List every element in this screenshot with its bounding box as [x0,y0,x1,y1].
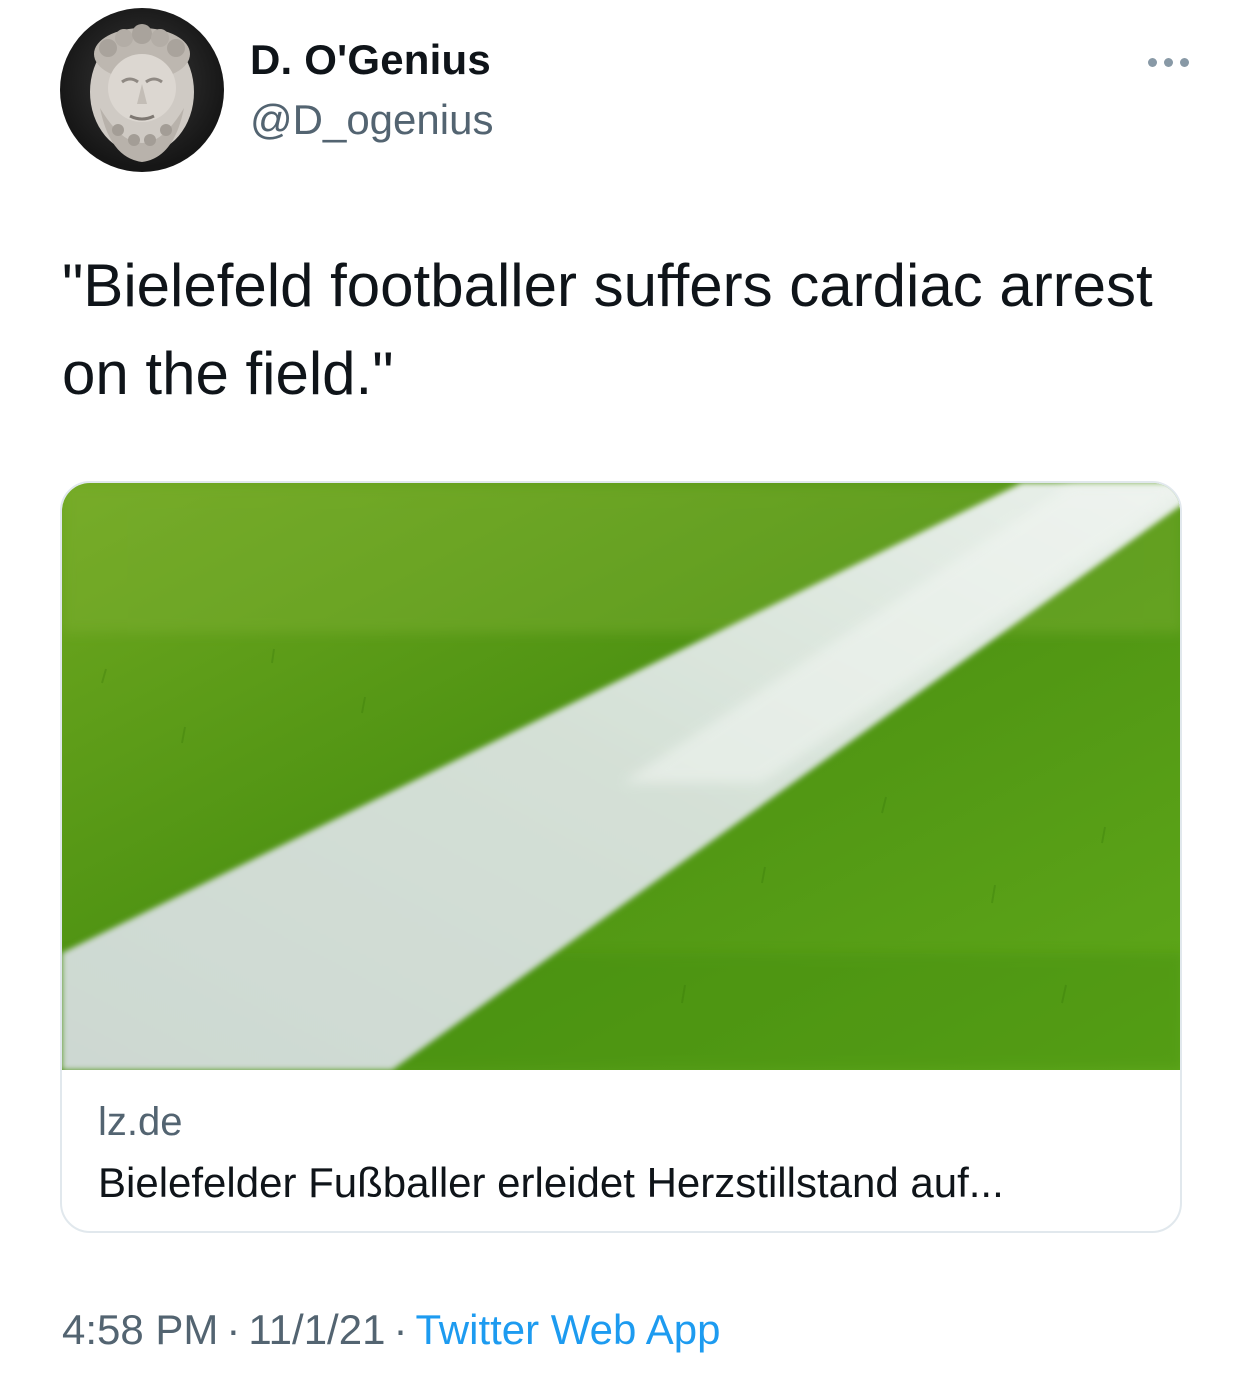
card-domain: lz.de [98,1100,183,1144]
more-dots-icon [1163,57,1173,67]
grass-field-line-photo-icon [62,483,1180,1070]
tweet-time[interactable]: 4:58 PM [62,1306,218,1353]
display-name[interactable]: D. O'Genius [250,36,491,84]
tweet-date[interactable]: 11/1/21 [248,1306,385,1353]
tweet: D. O'Genius @D_ogenius "Bielefeld footba… [0,0,1242,1384]
user-handle[interactable]: @D_ogenius [250,96,493,144]
more-dots-icon [1147,57,1157,67]
card-title: Bielefelder Fußballer erleidet Herzstill… [98,1159,1004,1206]
tweet-source-link[interactable]: Twitter Web App [415,1306,720,1353]
card-image [62,483,1180,1070]
tweet-text: "Bielefeld footballer suffers cardiac ar… [62,252,1153,407]
link-card[interactable]: lz.de Bielefelder Fußballer erleidet Her… [60,481,1182,1233]
meta-separator: · [393,1306,408,1353]
avatar[interactable] [60,8,224,172]
more-options-button[interactable] [1128,42,1208,82]
more-dots-icon [1179,57,1189,67]
tweet-meta: 4:58 PM · 11/1/21 · Twitter Web App [62,1306,720,1354]
marble-bust-avatar-icon [90,24,194,162]
meta-separator: · [226,1306,241,1353]
